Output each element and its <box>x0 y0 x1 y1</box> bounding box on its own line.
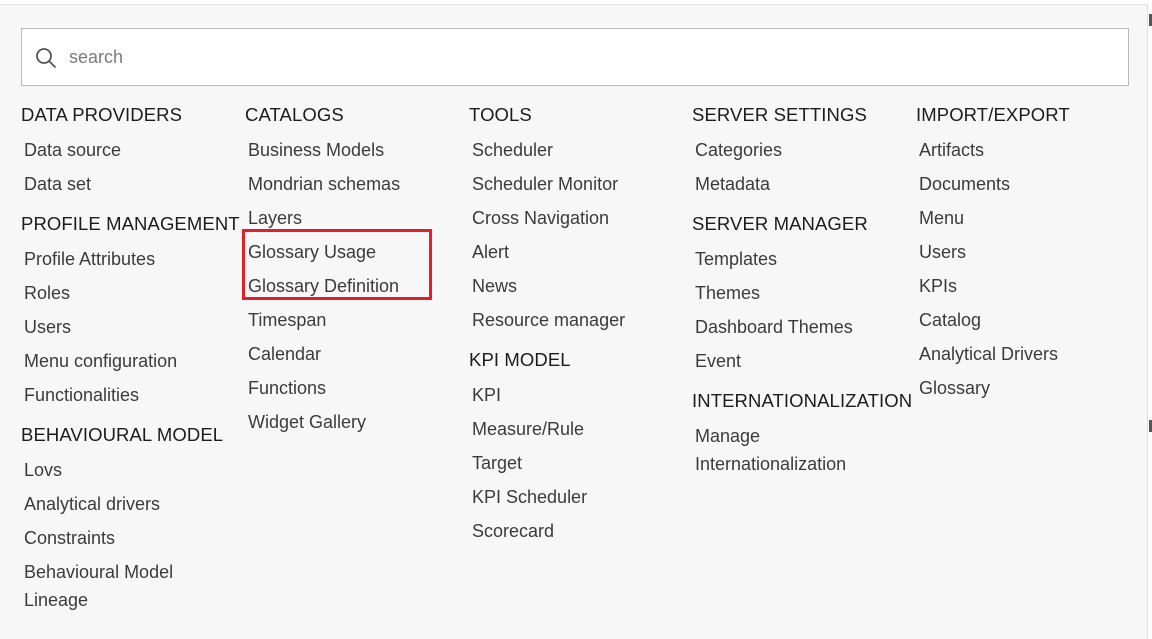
section-title: DATA PROVIDERS <box>21 104 183 125</box>
menu-item-alert[interactable]: Alert <box>469 236 691 270</box>
menu-item-lovs[interactable]: Lovs <box>21 454 243 488</box>
section-title: IMPORT/EXPORT <box>916 104 1070 125</box>
menu-item-widget-gallery[interactable]: Widget Gallery <box>245 406 467 440</box>
menu-column-4: SERVER SETTINGS Categories Metadata SERV… <box>692 103 914 492</box>
admin-menu-panel: DATA PROVIDERS Data source Data set PROF… <box>0 4 1148 639</box>
section-title: CATALOGS <box>245 104 344 125</box>
menu-item-categories[interactable]: Categories <box>692 134 914 168</box>
section-title: SERVER MANAGER <box>692 213 868 234</box>
section-behavioural-model: BEHAVIOURAL MODEL Lovs Analytical driver… <box>21 423 243 618</box>
section-title: PROFILE MANAGEMENT <box>21 213 240 234</box>
section-title: BEHAVIOURAL MODEL <box>21 424 224 445</box>
section-title: KPI MODEL <box>469 349 571 370</box>
menu-item-scheduler[interactable]: Scheduler <box>469 134 691 168</box>
menu-item-catalog[interactable]: Catalog <box>916 304 1138 338</box>
menu-item-artifacts[interactable]: Artifacts <box>916 134 1138 168</box>
menu-item-menu-configuration[interactable]: Menu configuration <box>21 345 243 379</box>
search-input[interactable] <box>69 39 1109 75</box>
menu-item-dashboard-themes[interactable]: Dashboard Themes <box>692 311 914 345</box>
menu-item-behavioural-model-lineage[interactable]: Behavioural Model Lineage <box>21 556 194 618</box>
menu-item-event[interactable]: Event <box>692 345 914 379</box>
menu-item-kpi-scheduler[interactable]: KPI Scheduler <box>469 481 691 515</box>
menu-item-users[interactable]: Users <box>21 311 243 345</box>
search-icon <box>36 48 56 68</box>
menu-item-data-source[interactable]: Data source <box>21 134 243 168</box>
menu-item-calendar[interactable]: Calendar <box>245 338 467 372</box>
menu-item-analytical-drivers-export[interactable]: Analytical Drivers <box>916 338 1138 372</box>
menu-item-manage-internationalization[interactable]: Manage Internationalization <box>692 420 875 482</box>
menu-item-themes[interactable]: Themes <box>692 277 914 311</box>
menu-item-documents[interactable]: Documents <box>916 168 1138 202</box>
section-kpi-model: KPI MODEL KPI Measure/Rule Target KPI Sc… <box>469 348 691 549</box>
menu-item-templates[interactable]: Templates <box>692 243 914 277</box>
menu-item-functionalities[interactable]: Functionalities <box>21 379 243 413</box>
section-title: INTERNATIONALIZATION <box>692 390 913 411</box>
section-data-providers: DATA PROVIDERS Data source Data set <box>21 103 243 202</box>
menu-item-glossary[interactable]: Glossary <box>916 372 1138 406</box>
menu-item-timespan[interactable]: Timespan <box>245 304 467 338</box>
search-box[interactable] <box>21 28 1129 86</box>
menu-item-roles[interactable]: Roles <box>21 277 243 311</box>
section-profile-management: PROFILE MANAGEMENT Profile Attributes Ro… <box>21 212 243 413</box>
section-catalogs: CATALOGS Business Models Mondrian schema… <box>245 103 467 440</box>
menu-item-functions[interactable]: Functions <box>245 372 467 406</box>
menu-item-layers[interactable]: Layers <box>245 202 467 236</box>
menu-item-scorecard[interactable]: Scorecard <box>469 515 691 549</box>
section-title: SERVER SETTINGS <box>692 104 867 125</box>
menu-item-constraints[interactable]: Constraints <box>21 522 243 556</box>
section-tools: TOOLS Scheduler Scheduler Monitor Cross … <box>469 103 691 338</box>
menu-item-data-set[interactable]: Data set <box>21 168 243 202</box>
section-title: TOOLS <box>469 104 532 125</box>
menu-item-analytical-drivers[interactable]: Analytical drivers <box>21 488 243 522</box>
menu-item-mondrian-schemas[interactable]: Mondrian schemas <box>245 168 467 202</box>
menu-item-users-export[interactable]: Users <box>916 236 1138 270</box>
menu-item-news[interactable]: News <box>469 270 691 304</box>
menu-item-metadata[interactable]: Metadata <box>692 168 914 202</box>
menu-item-business-models[interactable]: Business Models <box>245 134 467 168</box>
menu-column-3: TOOLS Scheduler Scheduler Monitor Cross … <box>469 103 691 559</box>
menu-item-target[interactable]: Target <box>469 447 691 481</box>
menu-item-cross-navigation[interactable]: Cross Navigation <box>469 202 691 236</box>
menu-item-measure-rule[interactable]: Measure/Rule <box>469 413 691 447</box>
section-internationalization: INTERNATIONALIZATION Manage Internationa… <box>692 389 914 482</box>
menu-item-scheduler-monitor[interactable]: Scheduler Monitor <box>469 168 691 202</box>
section-server-manager: SERVER MANAGER Templates Themes Dashboar… <box>692 212 914 379</box>
menu-item-glossary-usage[interactable]: Glossary Usage <box>245 236 467 270</box>
menu-item-menu[interactable]: Menu <box>916 202 1138 236</box>
menu-item-kpis[interactable]: KPIs <box>916 270 1138 304</box>
menu-item-glossary-definition[interactable]: Glossary Definition <box>245 270 467 304</box>
section-server-settings: SERVER SETTINGS Categories Metadata <box>692 103 914 202</box>
section-import-export: IMPORT/EXPORT Artifacts Documents Menu U… <box>916 103 1138 406</box>
menu-column-5: IMPORT/EXPORT Artifacts Documents Menu U… <box>916 103 1138 416</box>
menu-item-kpi[interactable]: KPI <box>469 379 691 413</box>
menu-item-profile-attributes[interactable]: Profile Attributes <box>21 243 243 277</box>
menu-column-1: DATA PROVIDERS Data source Data set PROF… <box>21 103 243 628</box>
menu-column-2: CATALOGS Business Models Mondrian schema… <box>245 103 467 450</box>
menu-item-resource-manager[interactable]: Resource manager <box>469 304 691 338</box>
